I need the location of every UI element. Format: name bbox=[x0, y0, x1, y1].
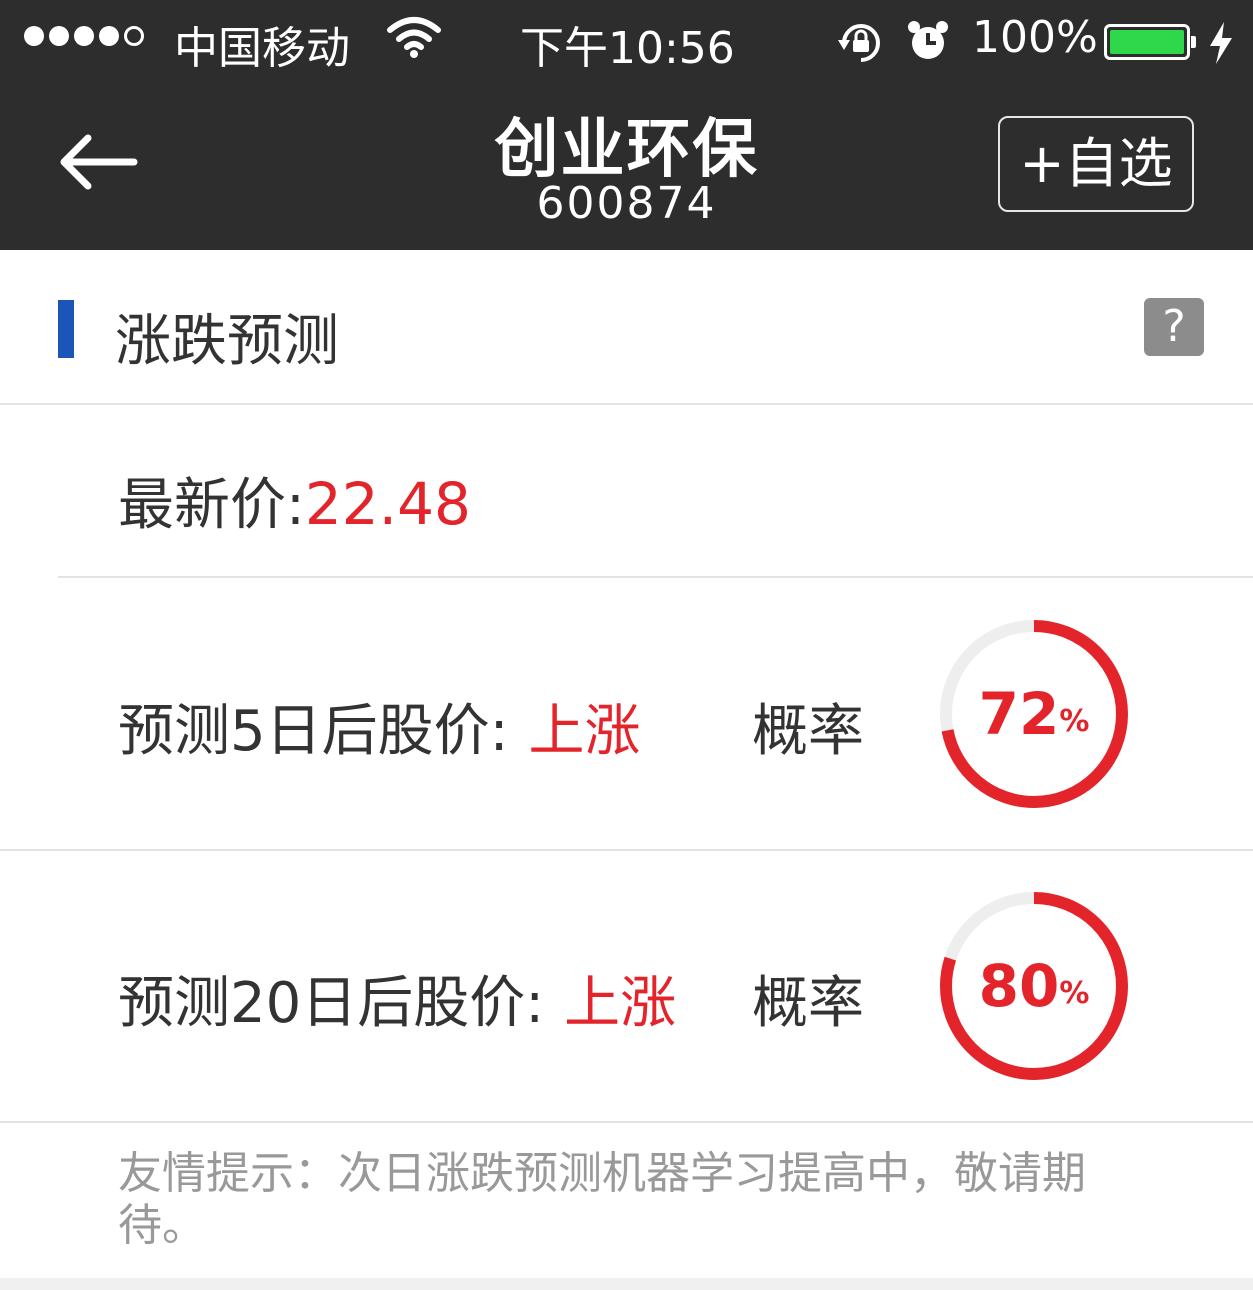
top-bar: 中国移动 下午10:56 100% 创业环保 600874 +自选 bbox=[0, 0, 1253, 250]
alarm-icon bbox=[908, 21, 948, 59]
charging-bolt-icon bbox=[1210, 22, 1232, 64]
divider bbox=[0, 849, 1253, 851]
percent-sign: % bbox=[1059, 975, 1090, 1011]
percent-sign: % bbox=[1059, 703, 1090, 739]
rotation-lock-icon bbox=[838, 24, 880, 62]
probability-label: 概率 bbox=[752, 699, 864, 764]
latest-price-row: 最新价:22.48 bbox=[118, 460, 471, 541]
app-root: 中国移动 下午10:56 100% 创业环保 600874 +自选 涨跌预测 ?… bbox=[0, 0, 1253, 1290]
section-accent-bar bbox=[58, 300, 74, 358]
help-button[interactable]: ? bbox=[1144, 298, 1204, 356]
prediction-row-20d: 预测20日后股价: 上涨 bbox=[118, 958, 676, 1039]
status-bar: 中国移动 下午10:56 100% bbox=[0, 0, 1253, 80]
signal-dot bbox=[74, 26, 94, 46]
prediction-direction: 上涨 bbox=[528, 699, 641, 764]
battery-tip bbox=[1191, 36, 1196, 48]
signal-dot bbox=[124, 26, 144, 46]
signal-dot bbox=[49, 26, 69, 46]
divider bbox=[58, 576, 1253, 578]
gauge-value: 72% bbox=[934, 614, 1134, 814]
divider bbox=[0, 403, 1253, 405]
probability-value: 72 bbox=[978, 680, 1060, 748]
probability-gauge-5d: 72% bbox=[934, 614, 1134, 814]
signal-strength-icon bbox=[24, 26, 144, 46]
wifi-icon bbox=[387, 17, 441, 58]
bottom-strip bbox=[0, 1278, 1253, 1290]
tip-text: 友情提示：次日涨跌预测机器学习提高中，敬请期待。 bbox=[118, 1148, 1086, 1251]
carrier-name: 中国移动 bbox=[174, 23, 350, 74]
latest-price-label: 最新价: bbox=[118, 473, 305, 538]
prediction-row-5d: 预测5日后股价: 上涨 bbox=[118, 686, 641, 767]
divider bbox=[0, 1121, 1253, 1123]
section-title: 涨跌预测 bbox=[115, 309, 339, 374]
add-watchlist-button[interactable]: +自选 bbox=[998, 116, 1194, 212]
latest-price-value: 22.48 bbox=[304, 470, 471, 538]
battery-icon bbox=[1104, 24, 1196, 60]
prediction-label: 预测20日后股价: bbox=[118, 971, 545, 1036]
probability-gauge-20d: 80% bbox=[934, 886, 1134, 1086]
battery-fill bbox=[1110, 30, 1184, 54]
probability-label: 概率 bbox=[752, 971, 864, 1036]
probability-value: 80 bbox=[978, 952, 1060, 1020]
prediction-label: 预测5日后股价: bbox=[118, 699, 509, 764]
battery-percent: 100% bbox=[972, 12, 1098, 63]
signal-dot bbox=[99, 26, 119, 46]
status-time: 下午10:56 bbox=[520, 23, 735, 74]
prediction-direction: 上涨 bbox=[564, 971, 677, 1036]
signal-dot bbox=[24, 26, 44, 46]
gauge-value: 80% bbox=[934, 886, 1134, 1086]
